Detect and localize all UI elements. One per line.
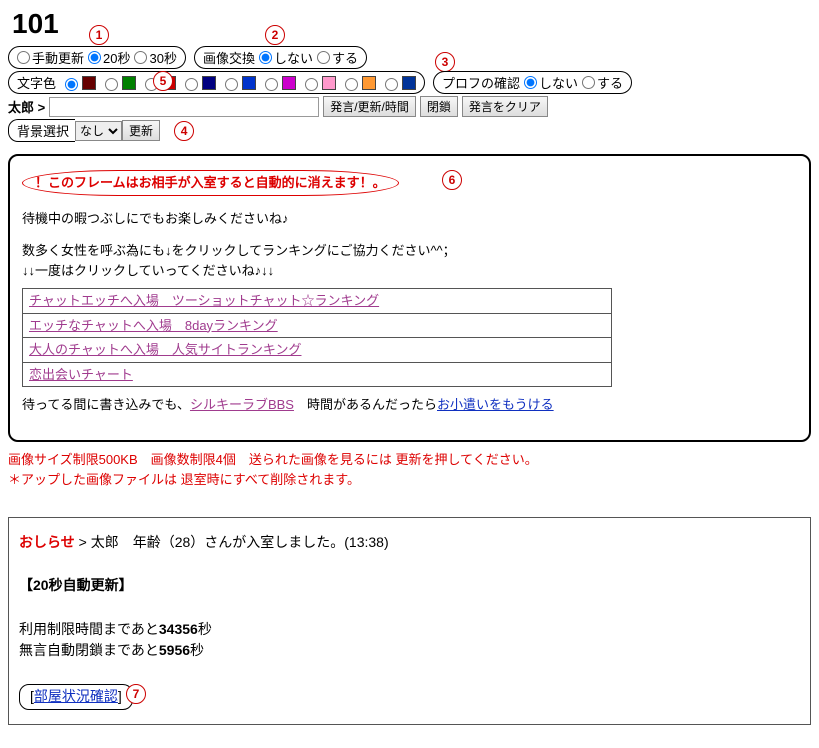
image-swap-group: 2 画像交換 しない する — [194, 46, 367, 69]
text-color-group: 文字色 5 — [8, 71, 425, 94]
refresh-group: 1 手動更新 20秒 30秒 — [8, 46, 186, 69]
image-swap-no[interactable]: しない — [259, 48, 313, 67]
room-number: 101 — [12, 8, 811, 40]
color-option-4[interactable] — [220, 75, 256, 91]
auto-refresh-indicator: 【20秒自動更新】 — [19, 575, 800, 597]
info-frame: ！このフレームはお相手が入室すると自動的に消えます！。 6 待機中の暇つぶしにで… — [8, 154, 811, 442]
color-option-6[interactable] — [300, 75, 336, 91]
notice-box: おしらせ > 太郎 年齢（28）さんが入室しました。(13:38) 【20秒自動… — [8, 517, 811, 725]
image-swap-label: 画像交換 — [203, 48, 255, 67]
pocket-money-link[interactable]: お小遣いをもうける — [437, 397, 554, 412]
info-frame-scroll[interactable]: ！このフレームはお相手が入室すると自動的に消えます！。 6 待機中の暇つぶしにで… — [12, 158, 807, 438]
text-color-label: 文字色 — [17, 73, 56, 92]
annotation-3: 3 — [435, 52, 455, 72]
color-option-1[interactable] — [100, 75, 136, 91]
notice-entry: > 太郎 年齢（28）さんが入室しました。(13:38) — [75, 534, 389, 550]
annotation-7: 7 — [126, 684, 146, 704]
frame-warning: ！このフレームはお相手が入室すると自動的に消えます！。 — [22, 170, 399, 196]
color-option-3[interactable] — [180, 75, 216, 91]
frame-tail: 待ってる間に書き込みでも、シルキーラブBBS 時間があるんだったらお小遣いをもう… — [22, 395, 797, 415]
speak-button[interactable]: 発言/更新/時間 — [323, 96, 416, 117]
room-status-wrap: [部屋状況確認] 7 — [19, 684, 133, 710]
bbs-link[interactable]: シルキーラブBBS — [190, 397, 294, 412]
ranking-link-0[interactable]: チャットエッチへ入場 ツーショットチャット☆ランキング — [29, 293, 379, 308]
bg-select-label: 背景選択 — [8, 119, 75, 142]
time-remaining-line2: 無言自動閉鎖まであと5956秒 — [19, 640, 800, 662]
message-input[interactable] — [49, 97, 319, 117]
annotation-6: 6 — [442, 170, 462, 190]
ranking-link-1[interactable]: エッチなチャットへ入場 8dayランキング — [29, 318, 278, 333]
profile-check-label: プロフの確認 — [442, 73, 520, 92]
color-option-5[interactable] — [260, 75, 296, 91]
color-option-7[interactable] — [340, 75, 376, 91]
annotation-1: 1 — [89, 25, 109, 45]
profile-check-group: プロフの確認 しない する — [433, 71, 632, 94]
refresh-manual[interactable]: 手動更新 — [17, 48, 84, 67]
profile-check-no[interactable]: しない — [524, 73, 578, 92]
username-label: 太郎 > — [8, 97, 45, 116]
refresh-30s[interactable]: 30秒 — [134, 48, 176, 67]
image-limit-text: 画像サイズ制限500KB 画像数制限4個 送られた画像を見るには 更新を押してく… — [8, 450, 811, 489]
annotation-4: 4 — [174, 121, 194, 141]
bg-update-button[interactable]: 更新 — [122, 120, 160, 141]
close-button[interactable]: 閉鎖 — [420, 96, 458, 117]
image-swap-yes[interactable]: する — [317, 48, 358, 67]
frame-line2: 数多く女性を呼ぶ為にも↓をクリックしてランキングにご協力ください^^； — [22, 241, 797, 261]
notice-heading: おしらせ — [19, 534, 75, 550]
refresh-20s[interactable]: 20秒 — [88, 48, 130, 67]
frame-line1: 待機中の暇つぶしにでもお楽しみくださいね♪ — [22, 209, 797, 229]
frame-line3: ↓↓一度はクリックしていってくださいね♪↓↓ — [22, 261, 797, 281]
color-option-8[interactable] — [380, 75, 416, 91]
ranking-link-2[interactable]: 大人のチャットへ入場 人気サイトランキング — [29, 342, 301, 357]
profile-check-yes[interactable]: する — [582, 73, 623, 92]
color-option-0[interactable] — [60, 75, 96, 91]
ranking-link-3[interactable]: 恋出会いチャート — [29, 367, 133, 382]
clear-button[interactable]: 発言をクリア — [462, 96, 548, 117]
bg-select[interactable]: なし — [75, 121, 122, 141]
room-status-link[interactable]: 部屋状況確認 — [34, 688, 118, 704]
annotation-2: 2 — [265, 25, 285, 45]
time-remaining-line1: 利用制限時間まであと34356秒 — [19, 619, 800, 641]
annotation-5: 5 — [153, 71, 173, 91]
ranking-link-table: チャットエッチへ入場 ツーショットチャット☆ランキング エッチなチャットへ入場 … — [22, 288, 612, 387]
